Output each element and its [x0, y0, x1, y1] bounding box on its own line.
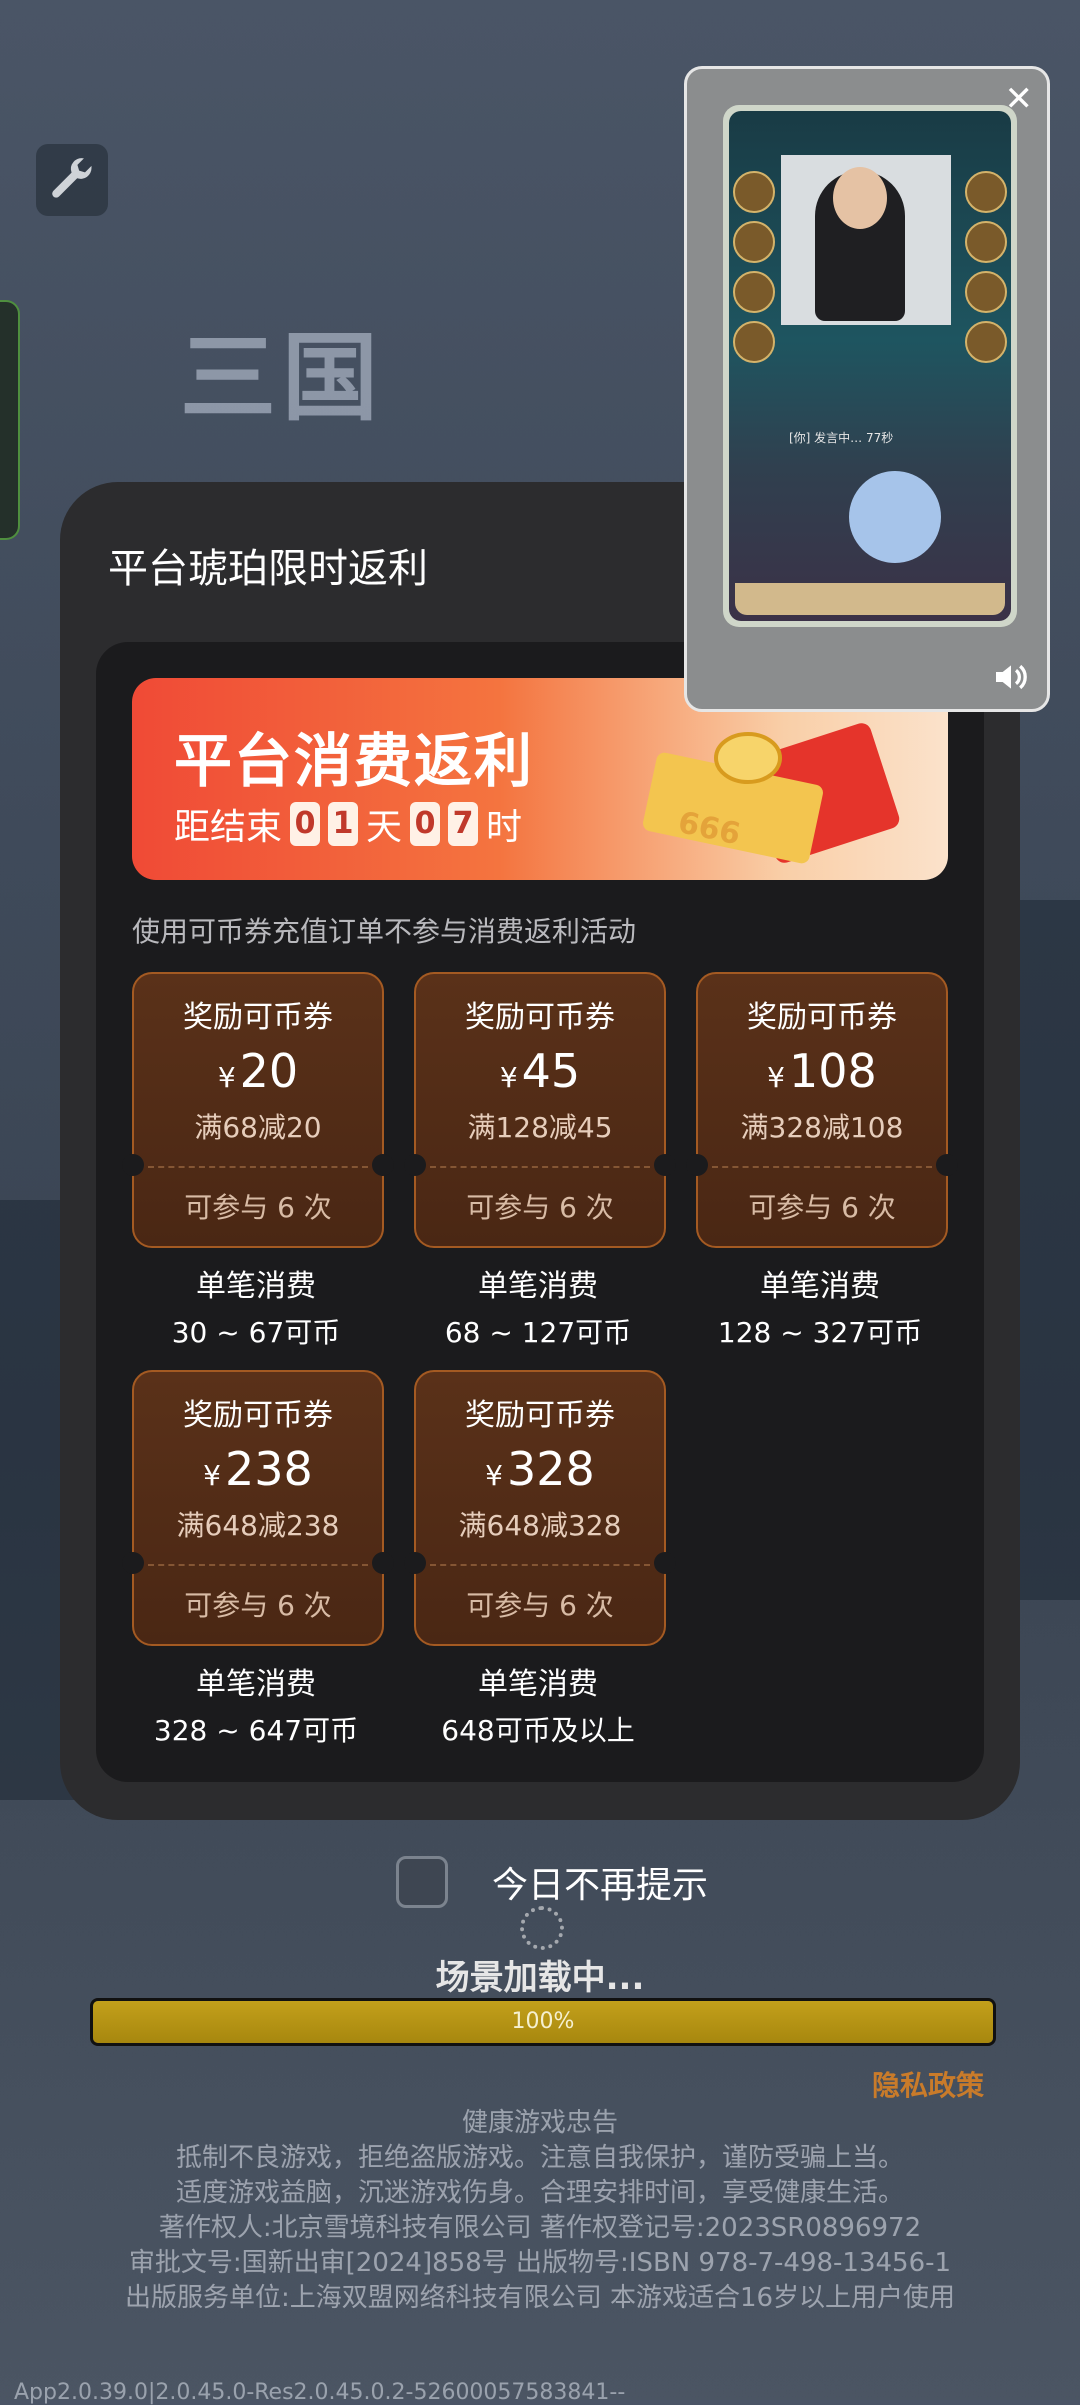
coupon-condition: 满68减20	[194, 1111, 322, 1144]
spend-range: 68 ~ 127可币	[444, 1316, 632, 1349]
coupon-item: 奖励可币券 ¥328 满648减328 可参与 6 次 单笔消费 648可币及以…	[404, 1370, 676, 1754]
countdown-day-digit: 1	[328, 802, 359, 846]
coupon-title: 奖励可币券	[465, 1000, 615, 1035]
coupon-title: 奖励可币券	[183, 1398, 333, 1433]
health-notice-line: 适度游戏益脑，沉迷游戏伤身。合理安排时间，享受健康生活。	[175, 2178, 904, 2208]
coupon-value: ¥108	[767, 1044, 877, 1098]
spend-info: 单笔消费 30 ~ 67可币	[132, 1264, 380, 1356]
loading-progress-bar: 100%	[90, 1998, 996, 2046]
spend-range: 648可币及以上	[441, 1714, 635, 1747]
modal-title: 平台琥珀限时返利	[108, 546, 428, 592]
loading-text: 场景加载中...	[435, 1958, 645, 1998]
health-notice-line: 出版服务单位:上海双盟网络科技有限公司 本游戏适合16岁以上用户使用	[124, 2283, 956, 2313]
coupon-times: 可参与 6 次	[466, 1191, 614, 1224]
banner-title: 平台消费返利	[174, 727, 535, 795]
coupon-condition: 满648减238	[176, 1509, 340, 1542]
rebate-notice: 使用可币券充值订单不参与消费返利活动	[132, 915, 637, 948]
countdown-hour-digit: 0	[410, 802, 441, 846]
loading-spinner-icon	[520, 1906, 564, 1950]
coupon-value: ¥238	[203, 1442, 313, 1496]
game-title-logo: 三国	[180, 322, 384, 434]
rebate-panel: 平台消费返利 距结束 0 1 天 0 7 时 666 使用可币券充值订单不参与消…	[96, 642, 984, 1782]
countdown-hour-digit: 7	[448, 802, 479, 846]
coupon-item: 奖励可币券 ¥20 满68减20 可参与 6 次 单笔消费 30 ~ 67可币	[122, 972, 394, 1356]
pip-video-content: [你] 发言中… 77秒	[723, 105, 1017, 627]
pip-mascot	[849, 471, 941, 563]
countdown-hour-unit: 时	[486, 807, 523, 848]
health-notice-line: 著作权人:北京雪境科技有限公司 著作权登记号:2023SR0896972	[158, 2213, 922, 2243]
health-notice-line: 抵制不良游戏，拒绝盗版游戏。注意自我保护，谨防受骗上当。	[175, 2143, 904, 2173]
coupon-card[interactable]: 奖励可币券 ¥108 满328减108 可参与 6 次	[686, 972, 958, 1248]
close-icon[interactable]: ✕	[1005, 79, 1034, 119]
coupon-times: 可参与 6 次	[748, 1191, 896, 1224]
spend-label: 单笔消费	[196, 1667, 316, 1702]
coupon-item: 奖励可币券 ¥238 满648减238 可参与 6 次 单笔消费 328 ~ 6…	[122, 1370, 394, 1754]
coupon-value: ¥20	[217, 1044, 299, 1098]
spend-label: 单笔消费	[478, 1269, 598, 1304]
speaker-icon[interactable]	[989, 657, 1033, 697]
streamer-face	[833, 167, 887, 229]
wrench-icon	[52, 158, 92, 198]
countdown-day-digit: 0	[290, 802, 321, 846]
health-notice-title: 健康游戏忠告	[461, 2108, 618, 2138]
spend-range: 328 ~ 647可币	[153, 1714, 359, 1747]
spend-info: 单笔消费 328 ~ 647可币	[132, 1662, 380, 1754]
spend-info: 单笔消费 128 ~ 327可币	[696, 1264, 944, 1356]
coupon-item: 奖励可币券 ¥108 满328减108 可参与 6 次 单笔消费 128 ~ 3…	[686, 972, 958, 1356]
coupon-times: 可参与 6 次	[184, 1191, 332, 1224]
spend-label: 单笔消费	[760, 1269, 880, 1304]
coupon-title: 奖励可币券	[183, 1000, 333, 1035]
coupon-card[interactable]: 奖励可币券 ¥45 满128减45 可参与 6 次	[404, 972, 676, 1248]
health-notice-line: 审批文号:国新出审[2024]858号 出版物号:ISBN 978-7-498-…	[128, 2248, 952, 2278]
spend-label: 单笔消费	[478, 1667, 598, 1702]
privacy-policy-link[interactable]: 隐私政策	[872, 2064, 984, 2104]
health-notice: 健康游戏忠告 抵制不良游戏，拒绝盗版游戏。注意自我保护，谨防受骗上当。 适度游戏…	[0, 2106, 1080, 2316]
spend-info: 单笔消费 648可币及以上	[414, 1662, 662, 1754]
dont-show-today-label: 今日不再提示	[492, 1865, 709, 1906]
pip-video-window[interactable]: [你] 发言中… 77秒 ✕	[684, 66, 1050, 712]
dont-show-today-row[interactable]: 今日不再提示	[396, 1856, 708, 1908]
coupon-title: 奖励可币券	[465, 1398, 615, 1433]
countdown: 距结束 0 1 天 0 7 时	[174, 798, 522, 850]
red-envelope-coin-illustration: 666	[643, 723, 900, 864]
coupon-value: ¥45	[499, 1044, 581, 1098]
coupon-times: 可参与 6 次	[466, 1589, 614, 1622]
loading-progress-label: 100%	[511, 2009, 575, 2034]
coupon-card[interactable]: 奖励可币券 ¥328 满648减328 可参与 6 次	[404, 1370, 676, 1646]
coupon-title: 奖励可币券	[747, 1000, 897, 1035]
spend-range: 30 ~ 67可币	[171, 1316, 341, 1349]
countdown-prefix: 距结束	[174, 807, 283, 848]
coupon-times: 可参与 6 次	[184, 1589, 332, 1622]
coupon-card[interactable]: 奖励可币券 ¥20 满68减20 可参与 6 次	[122, 972, 394, 1248]
coupon-condition: 满648减328	[458, 1509, 622, 1542]
coupon-item: 奖励可币券 ¥45 满128减45 可参与 6 次 单笔消费 68 ~ 127可…	[404, 972, 676, 1356]
side-drawer-tab[interactable]	[0, 300, 20, 540]
settings-wrench-button[interactable]	[36, 144, 108, 216]
version-string: App2.0.39.0|2.0.45.0-Res2.0.45.0.2-52600…	[14, 2380, 626, 2405]
countdown-day-unit: 天	[366, 807, 403, 848]
spend-info: 单笔消费 68 ~ 127可币	[414, 1264, 662, 1356]
dont-show-today-checkbox[interactable]	[396, 1856, 448, 1908]
coupon-card[interactable]: 奖励可币券 ¥238 满648减238 可参与 6 次	[122, 1370, 394, 1646]
spend-label: 单笔消费	[196, 1269, 316, 1304]
coupon-value: ¥328	[485, 1442, 595, 1496]
pip-caption: [你] 发言中… 77秒	[789, 431, 894, 445]
coupon-condition: 满128减45	[467, 1111, 613, 1144]
coupon-condition: 满328减108	[740, 1111, 904, 1144]
spend-range: 128 ~ 327可币	[717, 1316, 923, 1349]
